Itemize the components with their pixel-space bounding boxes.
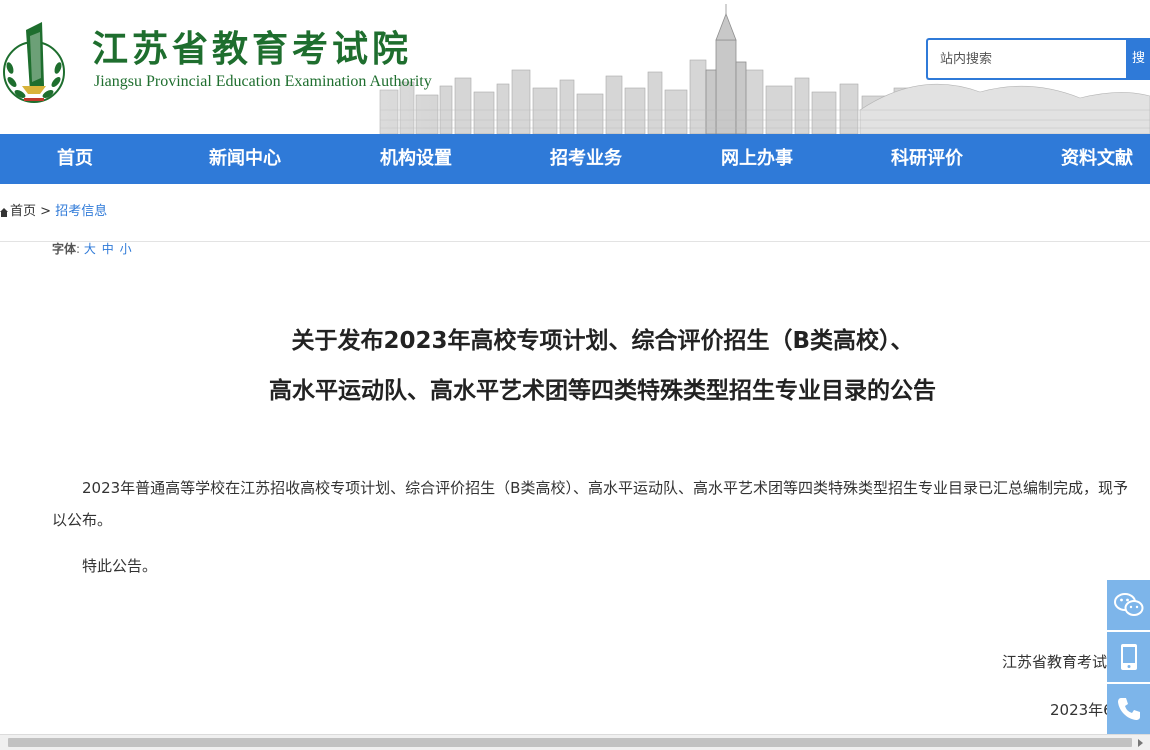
article-title-line-1: 关于发布2023年高校专项计划、综合评价招生（B类高校）、 [291,328,914,354]
article-signature-org: 江苏省教育考试 [1002,653,1108,671]
font-size-colon: : [76,242,81,256]
scroll-right-arrow-icon[interactable] [1138,739,1143,747]
article-signature-date: 2023年6 [1050,701,1113,719]
font-size-switch: 字体: 大 中 小 [52,240,134,258]
horizontal-scrollbar[interactable] [0,734,1150,750]
phone-icon [1117,698,1140,720]
horizontal-scroll-thumb[interactable] [8,738,1132,747]
font-size-medium[interactable]: 中 [102,242,114,256]
article-paragraph: 特此公告。 [82,557,158,575]
nav-item-home[interactable]: 首页 [57,134,93,184]
phone-button[interactable] [1107,684,1150,734]
site-title-en: Jiangsu Provincial Education Examination… [94,73,432,90]
wechat-button[interactable] [1107,580,1150,630]
breadcrumb: 首页 > 招考信息 [0,200,107,224]
nav-item-admissions[interactable]: 招考业务 [550,134,622,184]
nav-item-organization[interactable]: 机构设置 [380,134,452,184]
font-size-label: 字体 [52,242,77,256]
search-box [926,38,1126,80]
breadcrumb-current-link[interactable]: 招考信息 [55,204,107,219]
nav-item-news[interactable]: 新闻中心 [209,134,281,184]
search-button[interactable]: 搜 [1126,38,1150,80]
main-nav: 首页 新闻中心 机构设置 招考业务 网上办事 科研评价 资料文献 [0,134,1150,184]
breadcrumb-separator: > [40,204,52,219]
site-header: 江苏省教育考试院 Jiangsu Provincial Education Ex… [0,0,1150,134]
jsea-emblem-icon [3,22,65,103]
floating-side-tools [1107,580,1150,736]
site-title-cn[interactable]: 江苏省教育考试院 [92,28,412,72]
breadcrumb-divider [0,241,1150,242]
mobile-icon [1120,644,1137,670]
nav-item-online-services[interactable]: 网上办事 [721,134,793,184]
nav-item-research[interactable]: 科研评价 [891,134,963,184]
wechat-icon [1113,593,1143,616]
breadcrumb-home-link[interactable]: 首页 [10,204,36,219]
home-icon [0,207,8,217]
article-paragraph: 2023年普通高等学校在江苏招收高校专项计划、综合评价招生（B类高校）、高水平运… [52,479,1128,529]
article-title: 关于发布2023年高校专项计划、综合评价招生（B类高校）、 高水平运动队、高水平… [0,316,1150,416]
font-size-large[interactable]: 大 [84,242,96,256]
nav-item-documents[interactable]: 资料文献 [1061,134,1133,184]
search-input[interactable] [928,40,1126,78]
font-size-small[interactable]: 小 [120,242,132,256]
article-title-line-2: 高水平运动队、高水平艺术团等四类特殊类型招生专业目录的公告 [269,378,936,404]
mobile-button[interactable] [1107,632,1150,682]
article-body: 2023年普通高等学校在江苏招收高校专项计划、综合评价招生（B类高校）、高水平运… [52,472,1132,596]
